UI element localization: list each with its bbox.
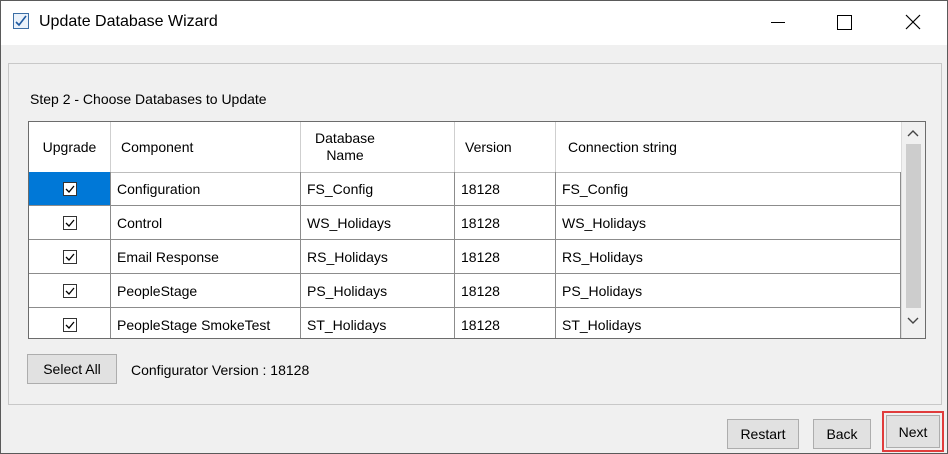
checkmark-icon xyxy=(65,253,74,261)
chevron-down-icon[interactable] xyxy=(907,316,919,326)
component-cell[interactable]: PeopleStage SmokeTest xyxy=(111,308,301,338)
close-icon xyxy=(905,14,921,30)
column-header-component[interactable]: Component xyxy=(111,122,301,172)
connection-string-cell[interactable]: WS_Holidays xyxy=(556,206,901,240)
close-button[interactable] xyxy=(889,1,935,45)
component-cell[interactable]: Configuration xyxy=(111,172,301,206)
vertical-scrollbar[interactable] xyxy=(901,122,925,338)
upgrade-checkbox[interactable] xyxy=(62,181,77,196)
column-header-version[interactable]: Version xyxy=(455,122,556,172)
upgrade-checkbox[interactable] xyxy=(62,249,77,264)
upgrade-cell[interactable] xyxy=(29,240,111,274)
window-title: Update Database Wizard xyxy=(39,13,218,30)
checkmark-icon xyxy=(65,287,74,295)
upgrade-checkbox[interactable] xyxy=(62,317,77,332)
database-name-cell[interactable]: RS_Holidays xyxy=(301,240,455,274)
checkmark-icon xyxy=(65,321,74,329)
version-cell[interactable]: 18128 xyxy=(455,274,556,308)
connection-string-cell[interactable]: ST_Holidays xyxy=(556,308,901,338)
maximize-icon xyxy=(837,15,852,30)
minimize-icon xyxy=(771,22,785,23)
step-panel: Step 2 - Choose Databases to Update Upgr… xyxy=(8,63,942,405)
scrollbar-thumb[interactable] xyxy=(906,144,921,308)
connection-string-cell[interactable]: FS_Config xyxy=(556,172,901,206)
step-label: Step 2 - Choose Databases to Update xyxy=(30,91,267,107)
component-cell[interactable]: PeopleStage xyxy=(111,274,301,308)
configurator-version: Configurator Version : 18128 xyxy=(131,362,310,378)
upgrade-cell[interactable] xyxy=(29,206,111,240)
version-cell[interactable]: 18128 xyxy=(455,172,556,206)
version-cell[interactable]: 18128 xyxy=(455,240,556,274)
table-row[interactable]: Configuration FS_Config 18128 FS_Config xyxy=(29,172,901,206)
wizard-window: Update Database Wizard Step 2 - Choose D… xyxy=(0,0,948,454)
database-name-cell[interactable]: FS_Config xyxy=(301,172,455,206)
wizard-check-icon xyxy=(13,13,29,29)
next-button[interactable]: Next xyxy=(886,415,940,448)
column-header-database-name-label: Database Name xyxy=(315,130,375,163)
database-name-cell[interactable]: WS_Holidays xyxy=(301,206,455,240)
upgrade-cell[interactable] xyxy=(29,274,111,308)
checkmark-icon xyxy=(65,185,74,193)
component-cell[interactable]: Email Response xyxy=(111,240,301,274)
column-header-upgrade[interactable]: Upgrade xyxy=(29,122,111,172)
checkmark-icon xyxy=(65,219,74,227)
version-cell[interactable]: 18128 xyxy=(455,308,556,338)
upgrade-checkbox[interactable] xyxy=(62,215,77,230)
column-header-connection-string[interactable]: Connection string xyxy=(556,122,901,172)
title-bar: Update Database Wizard xyxy=(1,1,947,45)
upgrade-checkbox[interactable] xyxy=(62,283,77,298)
component-cell[interactable]: Control xyxy=(111,206,301,240)
database-name-cell[interactable]: ST_Holidays xyxy=(301,308,455,338)
table-row[interactable]: PeopleStage PS_Holidays 18128 PS_Holiday… xyxy=(29,274,901,308)
restart-button[interactable]: Restart xyxy=(727,419,799,449)
table-row[interactable]: Email Response RS_Holidays 18128 RS_Holi… xyxy=(29,240,901,274)
version-cell[interactable]: 18128 xyxy=(455,206,556,240)
database-name-cell[interactable]: PS_Holidays xyxy=(301,274,455,308)
back-button[interactable]: Back xyxy=(813,419,871,449)
connection-string-cell[interactable]: RS_Holidays xyxy=(556,240,901,274)
table-row[interactable]: PeopleStage SmokeTest ST_Holidays 18128 … xyxy=(29,308,901,338)
upgrade-cell[interactable] xyxy=(29,172,111,206)
database-grid: Upgrade Component Database Name Version … xyxy=(28,121,926,339)
connection-string-cell[interactable]: PS_Holidays xyxy=(556,274,901,308)
table-row[interactable]: Control WS_Holidays 18128 WS_Holidays xyxy=(29,206,901,240)
minimize-button[interactable] xyxy=(753,1,799,45)
upgrade-cell[interactable] xyxy=(29,308,111,338)
select-all-button[interactable]: Select All xyxy=(27,354,117,384)
chevron-up-icon[interactable] xyxy=(907,128,919,138)
maximize-button[interactable] xyxy=(821,1,867,45)
column-header-database-name[interactable]: Database Name xyxy=(301,122,455,172)
